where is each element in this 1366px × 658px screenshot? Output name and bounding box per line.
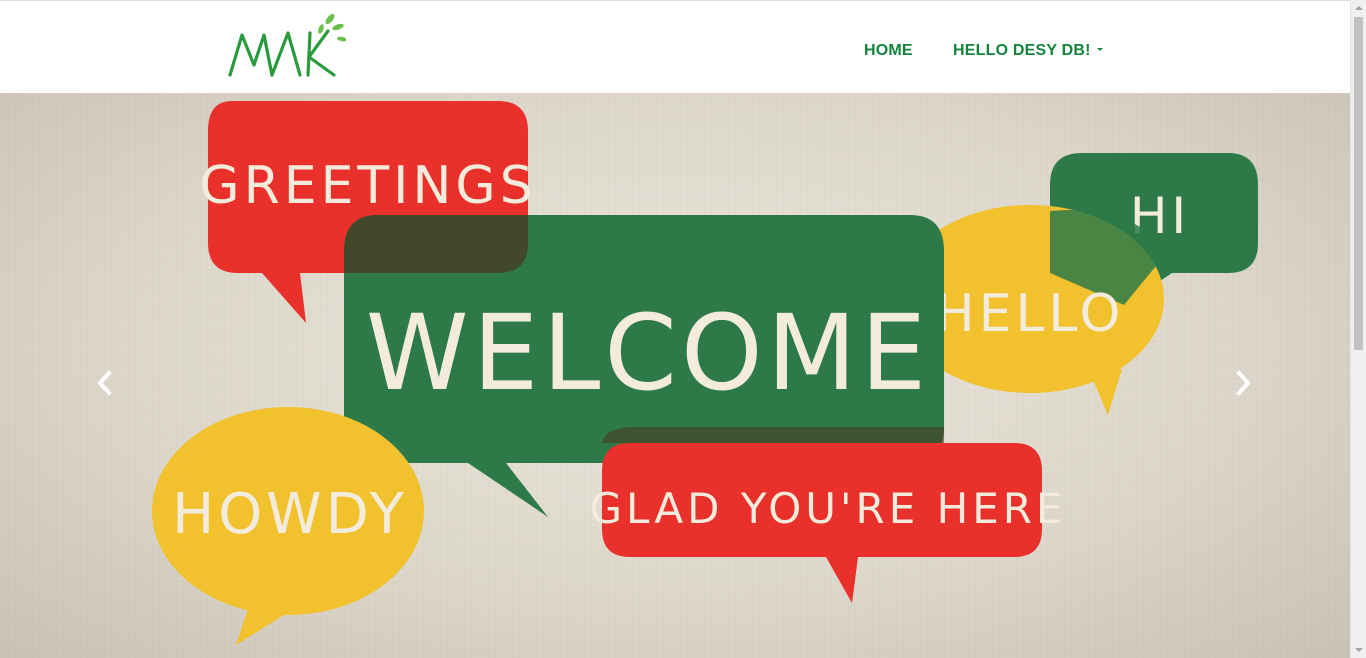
bubble-hello-text: HELLO [936, 284, 1125, 344]
scroll-up-arrow-icon [1355, 6, 1363, 10]
carousel-slide-image: GREETINGS HI HELLO WELCOME HOWDY GLAD YO… [0, 93, 1350, 658]
user-menu-dropdown[interactable]: HELLO DESY DB! [953, 42, 1103, 60]
bubble-glad-text: GLAD YOU'RE HERE [590, 484, 1067, 533]
carousel-prev-button[interactable] [84, 363, 124, 403]
carousel-next-button[interactable] [1224, 363, 1264, 403]
hero-carousel: GREETINGS HI HELLO WELCOME HOWDY GLAD YO… [0, 93, 1350, 658]
scroll-down-button[interactable] [1351, 642, 1366, 658]
scrollbar-thumb[interactable] [1354, 17, 1363, 350]
scroll-up-button[interactable] [1351, 0, 1366, 16]
bubble-howdy-text: HOWDY [172, 482, 408, 547]
navbar: HOME HELLO DESY DB! [0, 1, 1350, 93]
nav-home-label: HOME [864, 42, 913, 59]
bubble-greetings-text: GREETINGS [199, 156, 536, 216]
chevron-right-icon [1236, 370, 1251, 396]
scroll-down-arrow-icon [1355, 648, 1363, 652]
brand-logo[interactable] [226, 9, 347, 79]
page: HOME HELLO DESY DB! GREETINGS HI HELLO W… [0, 0, 1366, 658]
page-scrollbar[interactable] [1350, 0, 1366, 658]
bubble-welcome-text: WELCOME [366, 292, 930, 414]
chevron-left-icon [97, 370, 112, 396]
caret-down-icon [1096, 48, 1103, 52]
logo-graphic [228, 14, 347, 77]
user-menu-label: HELLO DESY DB! [953, 42, 1091, 59]
nav-home-link[interactable]: HOME [864, 42, 913, 60]
